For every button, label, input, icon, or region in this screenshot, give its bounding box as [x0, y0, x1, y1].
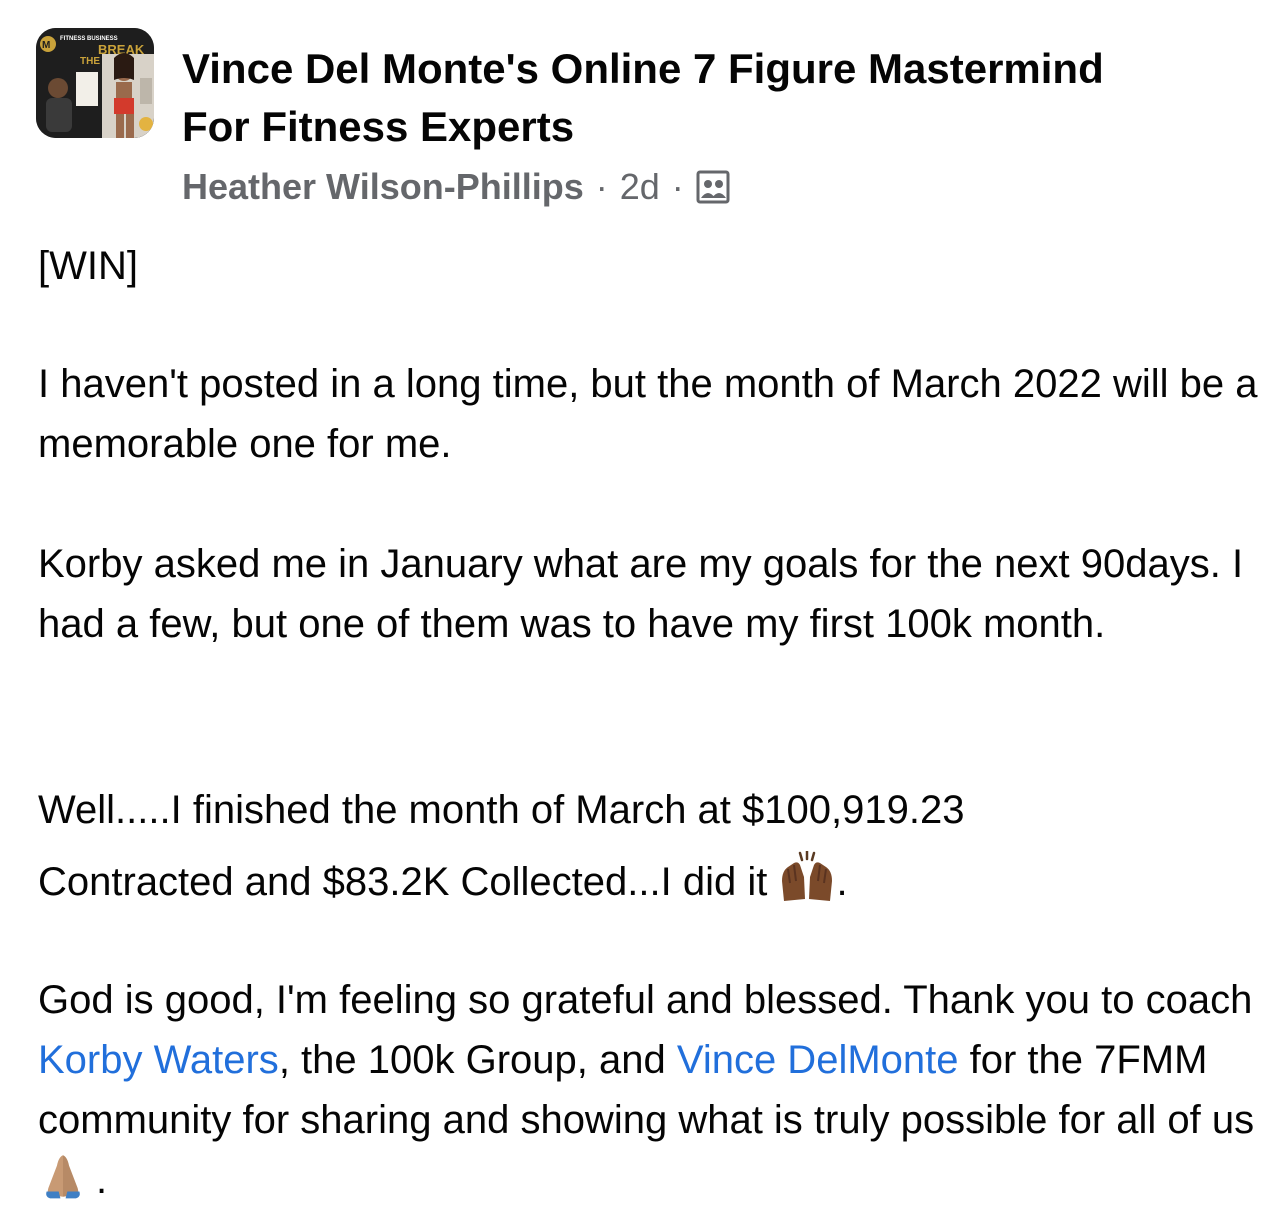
post-paragraph-3: Well.....I finished the month of March a…: [38, 774, 1258, 918]
paragraph-4-end: .: [96, 1158, 108, 1202]
post-paragraph-2: Korby asked me in January what are my go…: [38, 542, 1244, 646]
svg-text:M: M: [42, 40, 50, 51]
paragraph-4-text-b: , the 100k Group, and: [278, 1038, 677, 1082]
folded-hands-emoji: [38, 1151, 96, 1203]
avatar-text-sub: THE: [80, 56, 100, 67]
group-name-line1: Vince Del Monte's Online 7 Figure Master…: [182, 45, 1104, 92]
paragraph-3-end: .: [836, 860, 848, 904]
post-meta: Heather Wilson-Phillips · 2d ·: [182, 162, 730, 212]
meta-separator: ·: [595, 166, 608, 207]
paragraph-4-text-a: God is good, I'm feeling so grateful and…: [38, 978, 1253, 1022]
paragraph-3-line-2-text: Contracted and $83.2K Collected...I did …: [38, 860, 768, 904]
paragraph-3-line-1: Well.....I finished the month of March a…: [38, 788, 965, 832]
post-tag: [WIN]: [38, 244, 138, 288]
post-time[interactable]: 2d: [620, 166, 660, 208]
paragraph-3-line-2: Contracted and $83.2K Collected...I did …: [38, 846, 1258, 918]
members-icon: [696, 170, 730, 204]
post-header: M FITNESS BUSINESS BREAK THE Vince Del M…: [0, 0, 1284, 220]
mention-korby-waters[interactable]: Korby Waters: [38, 1038, 279, 1082]
group-name-line2: For Fitness Experts: [182, 103, 575, 150]
group-name[interactable]: Vince Del Monte's Online 7 Figure Master…: [182, 40, 1262, 156]
raising-hands-emoji: [778, 849, 836, 903]
meta-separator-2: ·: [671, 166, 684, 207]
author-name[interactable]: Heather Wilson-Phillips: [182, 166, 584, 208]
post-paragraph-4: God is good, I'm feeling so grateful and…: [38, 970, 1258, 1210]
group-cover-image: M FITNESS BUSINESS BREAK THE: [36, 28, 154, 138]
post-paragraph-1: I haven't posted in a long time, but the…: [38, 362, 1258, 466]
mention-vince-delmonte[interactable]: Vince DelMonte: [677, 1038, 959, 1082]
group-avatar[interactable]: M FITNESS BUSINESS BREAK THE: [36, 28, 154, 138]
